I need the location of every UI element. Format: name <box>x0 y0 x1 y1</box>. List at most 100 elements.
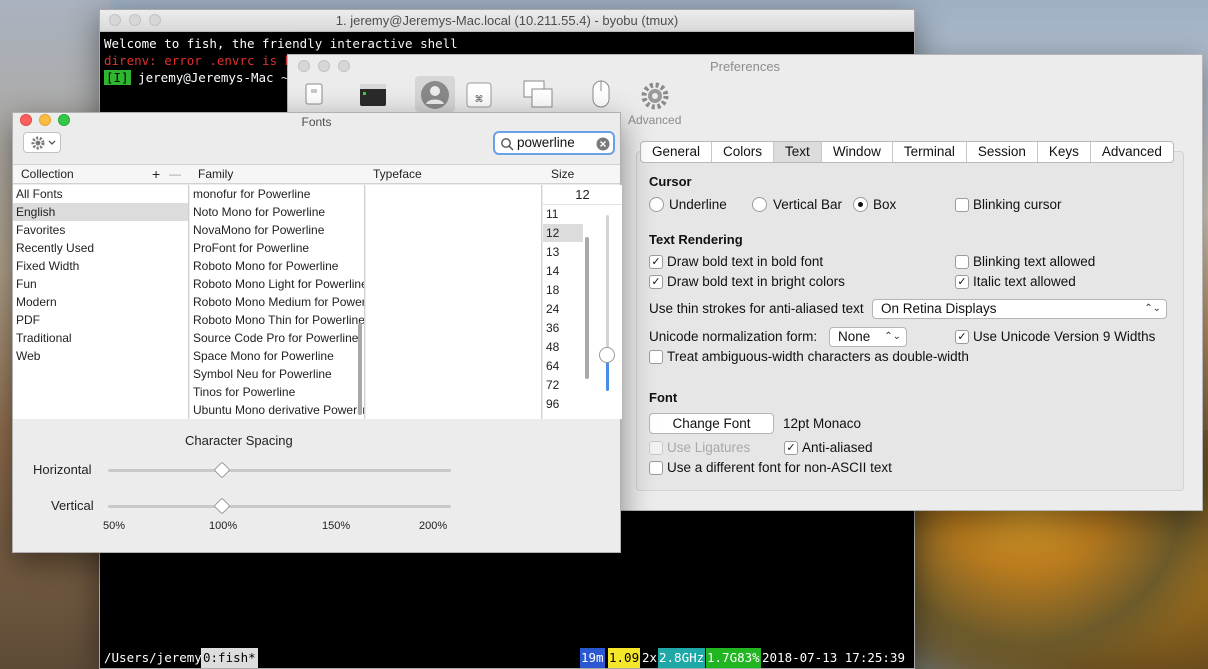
clear-search-icon[interactable] <box>596 137 610 151</box>
cursor-underline-label[interactable]: Underline <box>669 197 727 212</box>
family-scrollbar[interactable] <box>358 323 362 415</box>
size-item[interactable]: 36 <box>543 319 583 337</box>
family-item[interactable]: Ubuntu Mono derivative Powerline <box>190 401 364 419</box>
terminal-titlebar[interactable]: 1. jeremy@Jeremys-Mac.local (10.211.55.4… <box>100 10 914 32</box>
collection-item[interactable]: Recently Used <box>13 239 188 257</box>
size-item[interactable]: 12 <box>543 224 583 242</box>
blinking-text-checkbox[interactable] <box>955 255 969 269</box>
fonts-panel[interactable]: Fonts powerline Collection + — Family Ty… <box>12 112 622 553</box>
unicode9-checkbox[interactable]: ✓ <box>955 330 969 344</box>
unicode-normalization-select[interactable]: None ⌃⌄ <box>829 327 907 347</box>
collection-item[interactable]: Favorites <box>13 221 188 239</box>
blinking-text-label[interactable]: Blinking text allowed <box>973 254 1095 269</box>
bright-colors-label[interactable]: Draw bold text in bright colors <box>667 274 845 289</box>
cursor-vertical-bar-label[interactable]: Vertical Bar <box>773 197 842 212</box>
non-ascii-font-label[interactable]: Use a different font for non-ASCII text <box>667 460 892 475</box>
size-slider-knob[interactable] <box>599 347 615 363</box>
size-item[interactable]: 11 <box>543 205 583 223</box>
italic-text-checkbox[interactable]: ✓ <box>955 275 969 289</box>
typeface-list[interactable] <box>366 185 542 419</box>
non-ascii-font-checkbox[interactable] <box>649 461 663 475</box>
ligatures-checkbox[interactable] <box>649 441 663 455</box>
font-search-field[interactable]: powerline <box>493 131 615 155</box>
size-item[interactable]: 48 <box>543 338 583 356</box>
thin-strokes-select[interactable]: On Retina Displays ⌃⌄ <box>872 299 1167 319</box>
family-item[interactable]: Noto Mono for Powerline <box>190 203 364 221</box>
size-list-scrollbar[interactable] <box>585 237 589 379</box>
collection-list[interactable]: All Fonts English Favorites Recently Use… <box>13 185 189 419</box>
ligatures-label[interactable]: Use Ligatures <box>667 440 750 455</box>
size-item[interactable]: 13 <box>543 243 583 261</box>
tab-general[interactable]: General <box>641 142 713 162</box>
ambiguous-width-label[interactable]: Treat ambiguous-width characters as doub… <box>667 349 969 364</box>
bright-colors-checkbox[interactable]: ✓ <box>649 275 663 289</box>
toolbar-advanced-label[interactable]: Advanced <box>628 113 681 127</box>
collection-item[interactable]: Modern <box>13 293 188 311</box>
family-item[interactable]: Roboto Mono Medium for Powerline <box>190 293 364 311</box>
collection-item[interactable]: All Fonts <box>13 185 188 203</box>
horizontal-spacing-slider[interactable] <box>108 469 451 472</box>
size-item[interactable]: 18 <box>543 281 583 299</box>
collection-item[interactable]: Fun <box>13 275 188 293</box>
toolbar-arrangements-icon[interactable] <box>521 77 555 111</box>
size-item[interactable]: 96 <box>543 395 583 413</box>
cursor-box-radio[interactable] <box>853 197 868 212</box>
cursor-box-label[interactable]: Box <box>873 197 896 212</box>
family-item[interactable]: Roboto Mono Thin for Powerline <box>190 311 364 329</box>
tab-advanced[interactable]: Advanced <box>1091 142 1173 162</box>
vertical-spacing-slider[interactable] <box>108 505 451 508</box>
close-button[interactable] <box>109 14 121 26</box>
blinking-cursor-checkbox[interactable] <box>955 198 969 212</box>
collection-item[interactable]: Web <box>13 347 188 365</box>
cursor-vertical-bar-radio[interactable] <box>752 197 767 212</box>
bold-font-label[interactable]: Draw bold text in bold font <box>667 254 823 269</box>
tab-terminal[interactable]: Terminal <box>893 142 967 162</box>
family-item[interactable]: monofur for Powerline <box>190 185 364 203</box>
action-menu-button[interactable] <box>23 132 61 153</box>
toolbar-appearance-icon[interactable] <box>356 77 390 111</box>
size-item[interactable]: 72 <box>543 376 583 394</box>
family-item[interactable]: ProFont for Powerline <box>190 239 364 257</box>
collection-item[interactable]: Traditional <box>13 329 188 347</box>
family-item[interactable]: Symbol Neu for Powerline <box>190 365 364 383</box>
size-list[interactable]: 11 12 13 14 18 24 36 48 64 72 96 <box>543 205 583 411</box>
vertical-spacing-knob[interactable] <box>213 497 231 515</box>
horizontal-spacing-knob[interactable] <box>213 461 231 479</box>
size-item[interactable]: 14 <box>543 262 583 280</box>
size-input[interactable]: 12 <box>543 185 622 205</box>
toolbar-keys-icon[interactable]: ⌘ <box>462 77 496 111</box>
tab-text[interactable]: Text <box>774 142 822 162</box>
collection-item[interactable]: PDF <box>13 311 188 329</box>
tab-colors[interactable]: Colors <box>712 142 775 162</box>
ambiguous-width-checkbox[interactable] <box>649 350 663 364</box>
family-item[interactable]: Tinos for Powerline <box>190 383 364 401</box>
tab-session[interactable]: Session <box>967 142 1038 162</box>
family-item[interactable]: Roboto Mono Light for Powerline <box>190 275 364 293</box>
status-window[interactable]: 0:fish* <box>201 648 258 668</box>
anti-aliased-checkbox[interactable]: ✓ <box>784 441 798 455</box>
cursor-underline-radio[interactable] <box>649 197 664 212</box>
profile-tabs[interactable]: General Colors Text Window Terminal Sess… <box>640 141 1174 163</box>
tab-window[interactable]: Window <box>822 142 893 162</box>
family-item[interactable]: Space Mono for Powerline <box>190 347 364 365</box>
unicode9-label[interactable]: Use Unicode Version 9 Widths <box>973 329 1155 344</box>
family-item[interactable]: Source Code Pro for Powerline <box>190 329 364 347</box>
remove-collection-button[interactable]: — <box>169 164 181 184</box>
add-collection-button[interactable]: + <box>152 164 160 184</box>
toolbar-general-icon[interactable] <box>297 77 331 111</box>
size-item[interactable]: 24 <box>543 300 583 318</box>
minimize-button[interactable] <box>129 14 141 26</box>
blinking-cursor-label[interactable]: Blinking cursor <box>973 197 1062 212</box>
toolbar-advanced-gear-icon[interactable] <box>638 79 672 113</box>
zoom-button[interactable] <box>149 14 161 26</box>
size-item[interactable]: 64 <box>543 357 583 375</box>
bold-font-checkbox[interactable]: ✓ <box>649 255 663 269</box>
family-item[interactable]: NovaMono for Powerline <box>190 221 364 239</box>
collection-item[interactable]: Fixed Width <box>13 257 188 275</box>
shell-prompt[interactable]: [I] jeremy@Jeremys-Mac ~> <box>104 69 296 86</box>
family-list[interactable]: monofur for Powerline Noto Mono for Powe… <box>190 185 365 419</box>
tab-keys[interactable]: Keys <box>1038 142 1091 162</box>
anti-aliased-label[interactable]: Anti-aliased <box>802 440 873 455</box>
italic-text-label[interactable]: Italic text allowed <box>973 274 1076 289</box>
family-item[interactable]: Roboto Mono for Powerline <box>190 257 364 275</box>
